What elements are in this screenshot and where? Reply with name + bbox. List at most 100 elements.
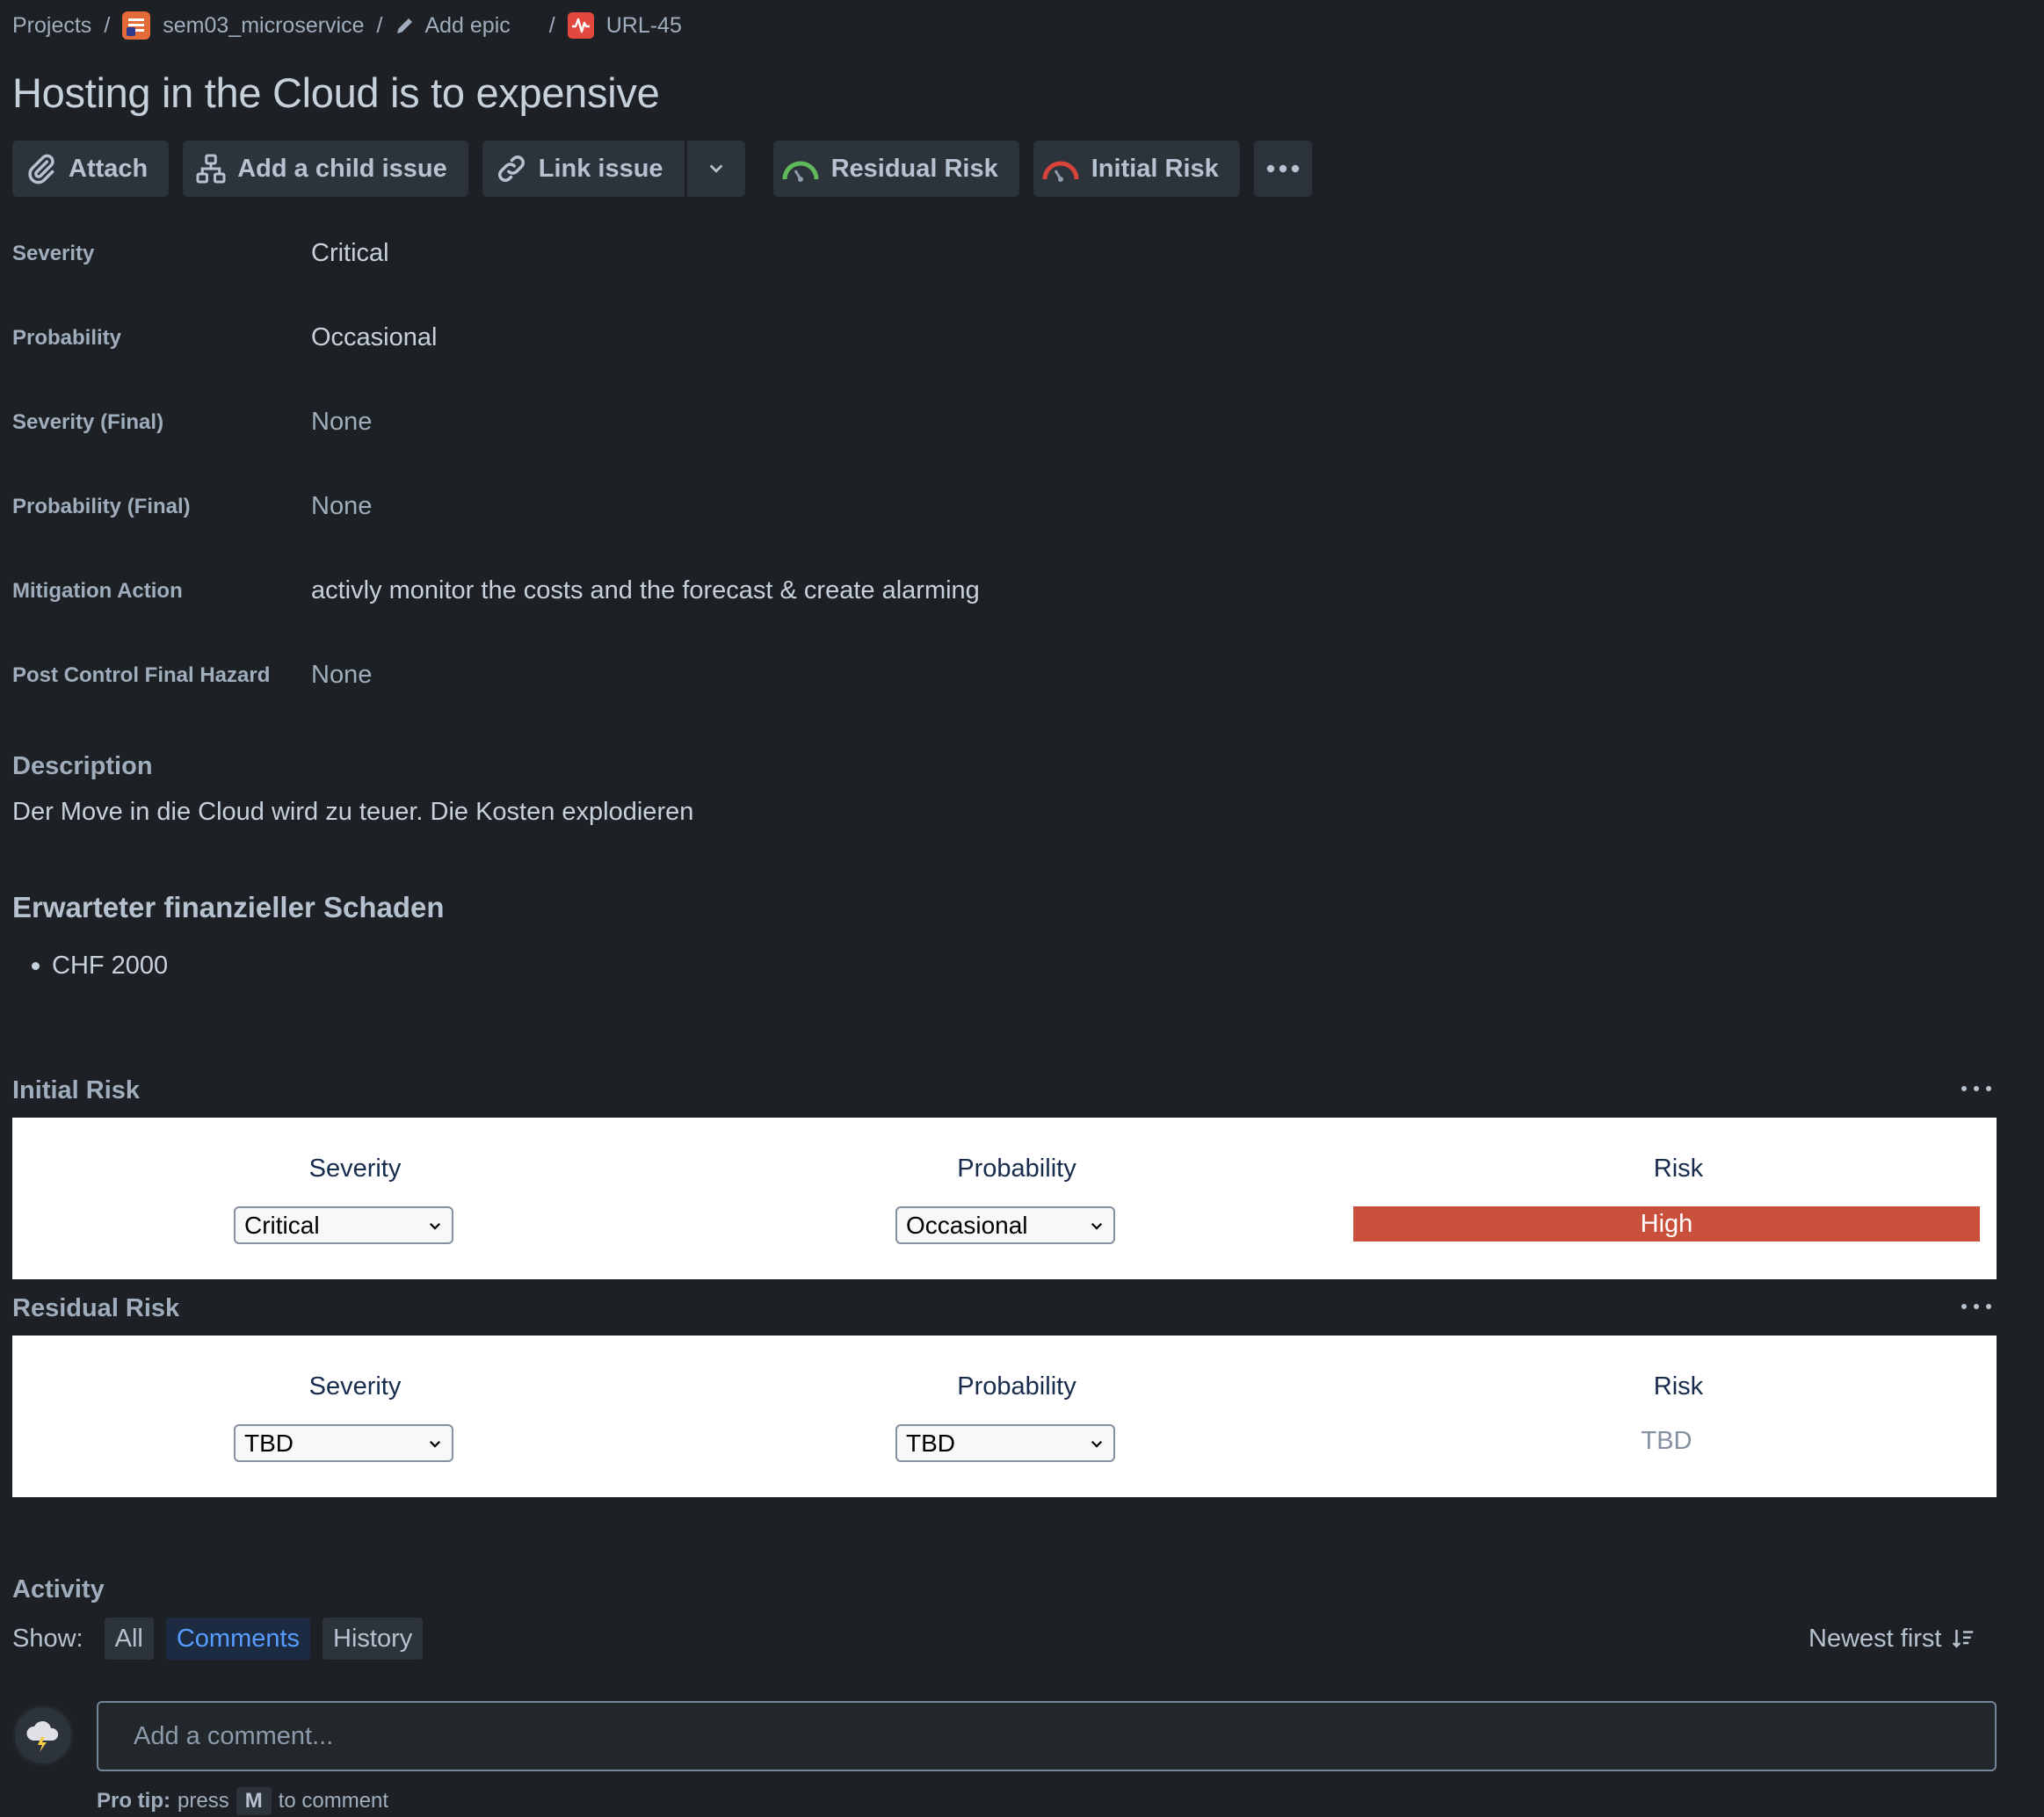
- breadcrumb-project-label: sem03_microservice: [163, 12, 365, 38]
- filter-all[interactable]: All: [104, 1618, 154, 1660]
- initial-severity-header: Severity: [308, 1155, 402, 1183]
- initial-risk-more-button[interactable]: [1961, 1084, 1991, 1093]
- initial-risk-heading: Initial Risk: [12, 1076, 141, 1104]
- initial-probability-header: Probability: [957, 1155, 1076, 1183]
- add-epic-label: Add epic: [424, 12, 511, 38]
- residual-severity-value: TBD: [244, 1429, 294, 1457]
- activity-heading: Activity: [12, 1575, 105, 1603]
- list-item: CHF 2000: [32, 952, 168, 981]
- attach-button[interactable]: Attach: [12, 141, 170, 197]
- list-item-text: CHF 2000: [52, 952, 169, 980]
- project-icon: [122, 11, 151, 40]
- link-issue-label: Link issue: [538, 154, 663, 183]
- pro-tip-suffix: to comment: [278, 1789, 389, 1813]
- add-epic-button[interactable]: Add epic: [395, 12, 511, 39]
- residual-probability-value: TBD: [906, 1429, 955, 1457]
- residual-risk-button[interactable]: Residual Risk: [772, 141, 1019, 197]
- initial-risk-button[interactable]: Initial Risk: [1033, 141, 1240, 197]
- initial-risk-value-badge: High: [1353, 1206, 1980, 1241]
- field-label-mitigation-action: Mitigation Action: [12, 579, 183, 603]
- initial-probability-select[interactable]: Occasional: [895, 1206, 1115, 1244]
- breadcrumb-separator: /: [104, 12, 111, 38]
- sort-order-label: Newest first: [1808, 1624, 1942, 1653]
- breadcrumb-separator: /: [548, 12, 555, 38]
- residual-probability-header: Probability: [957, 1372, 1076, 1401]
- filter-comments[interactable]: Comments: [165, 1618, 311, 1660]
- field-value-mitigation-action[interactable]: activly monitor the costs and the foreca…: [311, 576, 980, 605]
- initial-probability-value: Occasional: [906, 1211, 1028, 1239]
- pro-tip-press: press: [178, 1789, 229, 1813]
- field-label-probability-final: Probability (Final): [12, 495, 191, 518]
- more-actions-button[interactable]: [1253, 141, 1312, 197]
- initial-severity-select[interactable]: Critical: [234, 1206, 453, 1244]
- field-value-probability-final[interactable]: None: [311, 492, 372, 521]
- gauge-icon: [782, 161, 819, 182]
- avatar[interactable]: [12, 1705, 74, 1766]
- residual-risk-more-button[interactable]: [1961, 1302, 1991, 1311]
- chevron-down-icon: [429, 1222, 441, 1230]
- pro-tip-label: Pro tip:: [97, 1789, 170, 1813]
- residual-risk-heading: Residual Risk: [12, 1294, 180, 1322]
- field-value-severity-final[interactable]: None: [311, 408, 372, 437]
- description-subheading: Erwarteter finanzieller Schaden: [12, 891, 445, 923]
- bullet-dot: [32, 962, 40, 970]
- chevron-down-icon: [1091, 1440, 1103, 1448]
- filter-history[interactable]: History: [323, 1618, 424, 1660]
- more-icon-dot: [1974, 1304, 1979, 1309]
- chevron-down-icon: [1091, 1222, 1103, 1230]
- field-label-severity-final: Severity (Final): [12, 410, 164, 434]
- field-value-probability[interactable]: Occasional: [311, 323, 437, 352]
- show-label: Show:: [12, 1624, 83, 1653]
- breadcrumb-project[interactable]: sem03_microservice: [122, 11, 365, 40]
- chevron-down-icon: [709, 164, 722, 173]
- field-value-severity[interactable]: Critical: [311, 239, 389, 268]
- add-child-issue-button[interactable]: Add a child issue: [183, 141, 468, 197]
- add-child-issue-label: Add a child issue: [237, 154, 447, 183]
- pencil-icon: [397, 18, 413, 33]
- comment-input[interactable]: Add a comment...: [97, 1701, 1997, 1771]
- keyboard-shortcut-key: M: [236, 1787, 272, 1815]
- residual-risk-value: TBD: [1641, 1427, 1692, 1455]
- link-issue-button[interactable]: Link issue: [482, 141, 685, 197]
- field-label-probability: Probability: [12, 326, 122, 350]
- link-icon: [497, 156, 525, 182]
- residual-severity-select[interactable]: TBD: [234, 1424, 453, 1462]
- field-label-post-control-final-hazard: Post Control Final Hazard: [12, 663, 271, 687]
- field-value-post-control-final-hazard[interactable]: None: [311, 661, 372, 690]
- more-icon: [1266, 164, 1299, 173]
- pro-tip: Pro tip: press M to comment: [97, 1787, 388, 1815]
- breadcrumb-projects[interactable]: Projects: [12, 13, 91, 39]
- initial-risk-header: Risk: [1653, 1155, 1704, 1183]
- initial-risk-panel: Severity Critical Probability Occasional…: [12, 1118, 1997, 1279]
- initial-risk-label: Initial Risk: [1091, 154, 1219, 183]
- cloud-storm-icon: [26, 1720, 59, 1752]
- residual-risk-label: Residual Risk: [830, 154, 998, 183]
- hierarchy-icon: [196, 154, 226, 184]
- description-heading: Description: [12, 752, 153, 780]
- gauge-icon: [1042, 161, 1079, 182]
- field-label-severity: Severity: [12, 242, 95, 265]
- more-icon-dot: [1986, 1304, 1991, 1309]
- residual-risk-panel: Severity TBD Probability TBD Risk TBD: [12, 1336, 1997, 1497]
- breadcrumb: Projects / sem03_microservice / Add epic…: [12, 11, 682, 40]
- issue-title[interactable]: Hosting in the Cloud is to expensive: [12, 69, 660, 117]
- chevron-down-icon: [429, 1440, 441, 1448]
- paperclip-icon: [28, 154, 54, 185]
- attach-label: Attach: [69, 154, 149, 183]
- issue-key: URL-45: [605, 12, 682, 38]
- residual-severity-header: Severity: [308, 1372, 402, 1401]
- initial-severity-value: Critical: [244, 1211, 320, 1239]
- description-text[interactable]: Der Move in die Cloud wird zu teuer. Die…: [12, 798, 693, 827]
- breadcrumb-separator: /: [376, 12, 383, 38]
- issue-toolbar: Attach Add a child issue Link issue Resi…: [12, 141, 1312, 197]
- comment-placeholder: Add a comment...: [134, 1721, 334, 1750]
- more-icon: [1961, 1304, 1967, 1309]
- sort-order-button[interactable]: Newest first: [1808, 1618, 1976, 1660]
- residual-risk-header: Risk: [1653, 1372, 1704, 1401]
- link-issue-dropdown[interactable]: [687, 141, 745, 197]
- more-icon-dot: [1986, 1086, 1991, 1091]
- more-icon-dot: [1974, 1086, 1979, 1091]
- breadcrumb-issue[interactable]: URL-45: [567, 12, 682, 39]
- activity-filter-bar: Show: All Comments History: [12, 1618, 424, 1660]
- residual-probability-select[interactable]: TBD: [895, 1424, 1115, 1462]
